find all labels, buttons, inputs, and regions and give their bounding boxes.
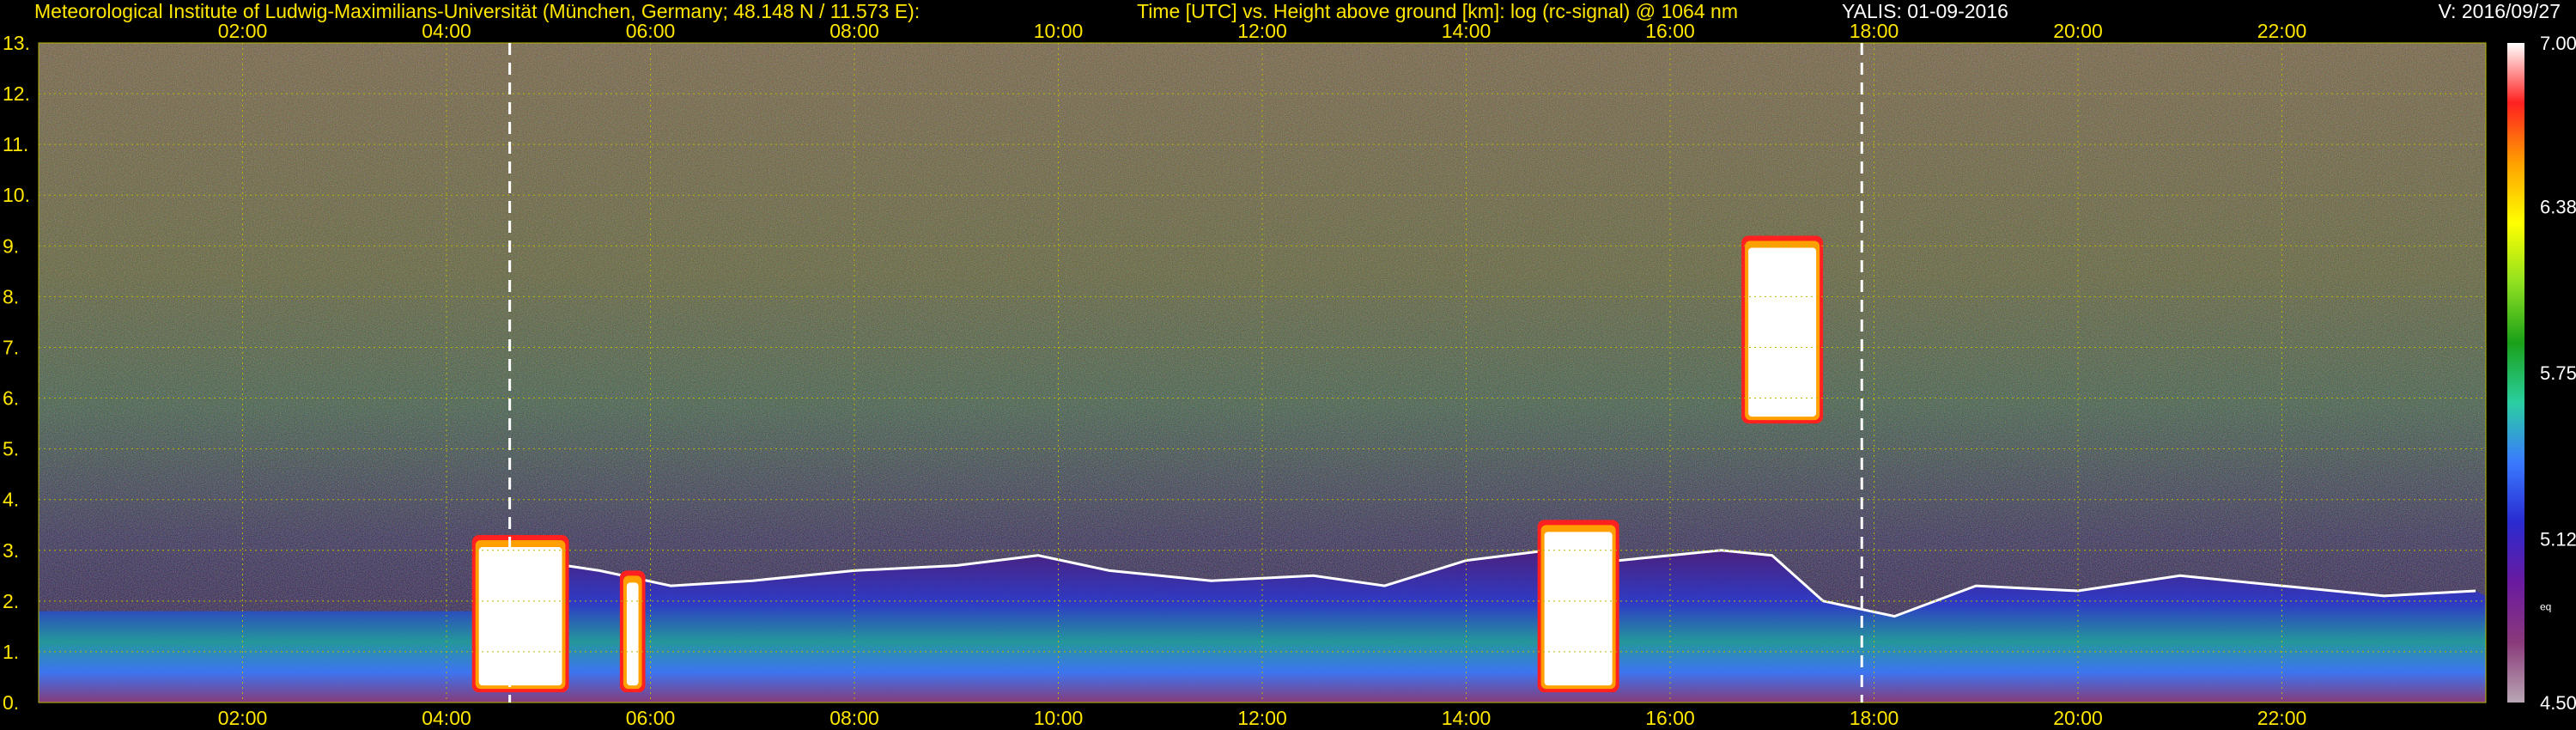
- x-tick-label: 10:00: [1034, 707, 1084, 729]
- x-tick-label: 22:00: [2257, 707, 2307, 729]
- colorbar-small-label: eq: [2540, 600, 2551, 612]
- y-tick-label: 8.: [3, 285, 19, 307]
- cloud-2: [619, 570, 646, 693]
- colorbar-tick-label: 7.00: [2540, 33, 2576, 54]
- lidar-chart: 02:00 02:00 04:00 04:00 06:00 06:00 08:00 08:00…: [3, 20, 2576, 729]
- y-tick-label: 2.: [3, 590, 19, 612]
- x-tick-label: 04:00: [422, 707, 471, 729]
- y-tick-label: 13.: [3, 32, 30, 54]
- cloud-1-core: [478, 547, 562, 686]
- colorbar-tick-label: 4.50: [2540, 692, 2576, 714]
- cloud-3: [1537, 520, 1619, 693]
- x-tick-label: 02:00: [218, 20, 268, 42]
- x-tick-label: 20:00: [2053, 707, 2103, 729]
- x-tick-label: 04:00: [422, 20, 471, 42]
- colorbar: [2507, 43, 2524, 703]
- y-tick-label: 11.: [3, 133, 28, 155]
- x-tick-label: 06:00: [626, 20, 676, 42]
- colorbar-tick-label: 5.12: [2540, 529, 2576, 551]
- x-tick-label: 18:00: [1850, 707, 1899, 729]
- cloud-3-core: [1544, 532, 1613, 686]
- cloud-4-core: [1748, 247, 1817, 417]
- x-tick-label: 08:00: [829, 707, 879, 729]
- y-tick-label: 5.: [3, 438, 19, 460]
- x-tick-label: 10:00: [1034, 20, 1084, 42]
- x-tick-label: 12:00: [1237, 707, 1287, 729]
- y-tick-label: 6.: [3, 387, 19, 410]
- y-tick-label: 7.: [3, 336, 19, 358]
- y-tick-label: 3.: [3, 539, 19, 562]
- colorbar-tick-label: 6.38: [2540, 196, 2576, 217]
- x-tick-label: 20:00: [2053, 20, 2103, 42]
- x-tick-label: 12:00: [1237, 20, 1287, 42]
- cloud-2-core: [626, 582, 639, 686]
- cloud-1: [471, 535, 569, 693]
- x-tick-label: 14:00: [1442, 20, 1492, 42]
- x-tick-label: 22:00: [2257, 20, 2307, 42]
- y-tick-label: 9.: [3, 234, 19, 257]
- y-tick-label: 12.: [3, 82, 30, 105]
- x-tick-label: 18:00: [1850, 20, 1899, 42]
- x-tick-label: 16:00: [1645, 707, 1695, 729]
- y-tick-label: 1.: [3, 641, 19, 663]
- y-tick-label: 4.: [3, 489, 19, 511]
- x-tick-label: 06:00: [626, 707, 676, 729]
- y-tick-label: 10.: [3, 184, 30, 206]
- cloud-4: [1741, 235, 1824, 424]
- x-tick-label: 16:00: [1645, 20, 1695, 42]
- x-tick-label: 14:00: [1442, 707, 1492, 729]
- colorbar-tick-label: 5.75: [2540, 362, 2576, 384]
- y-tick-label: 0.: [3, 691, 19, 714]
- x-tick-label: 08:00: [829, 20, 879, 42]
- x-tick-label: 02:00: [218, 707, 268, 729]
